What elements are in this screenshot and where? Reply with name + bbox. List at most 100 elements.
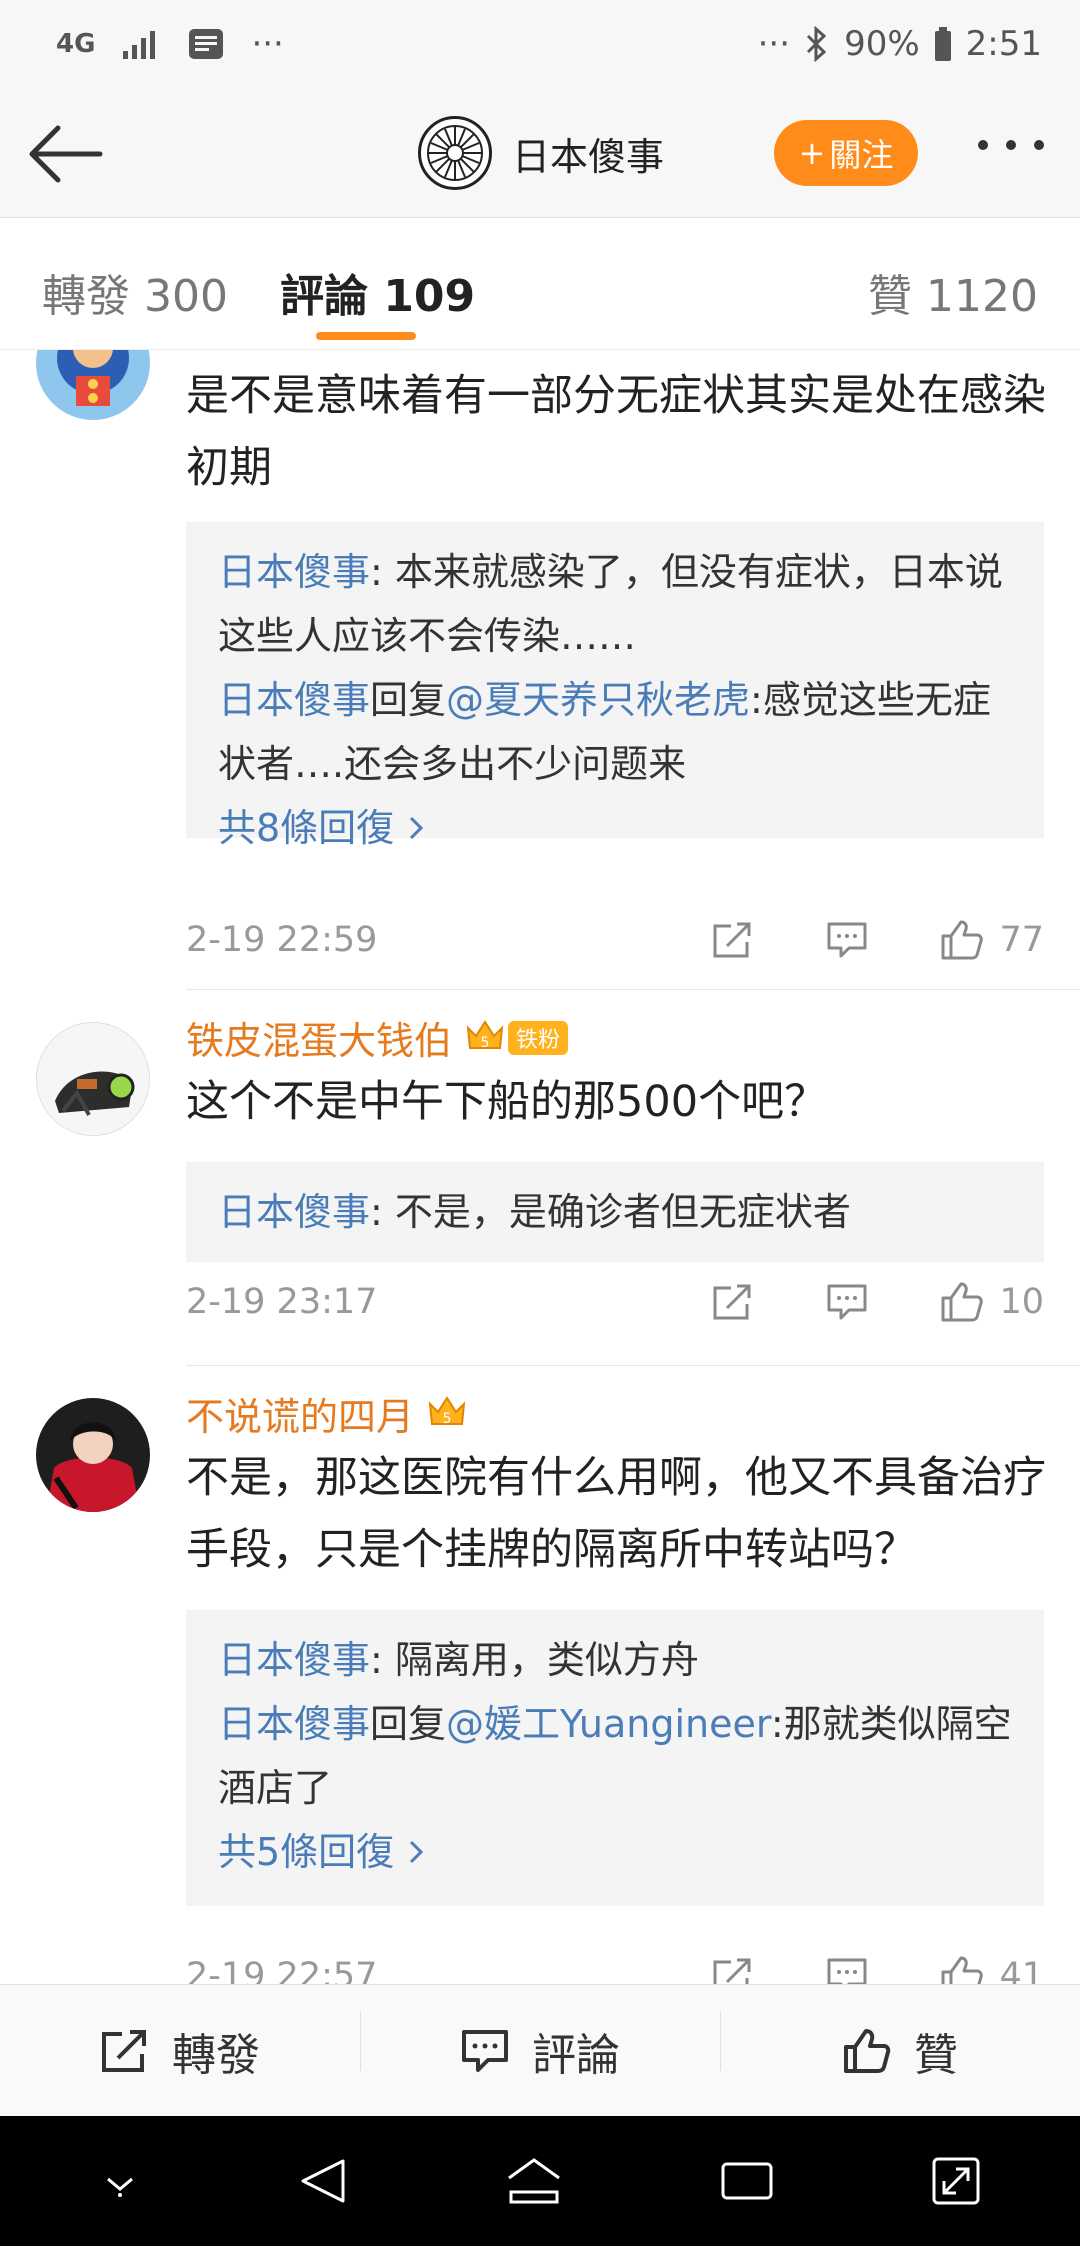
commenter-name[interactable]: 不说谎的四月 5 xyxy=(186,1386,468,1441)
reply-icon[interactable] xyxy=(825,1956,869,1984)
commenter-avatar[interactable] xyxy=(36,350,150,420)
tab-likes[interactable]: 贊 1120 xyxy=(868,260,1038,324)
tab-bar: 轉發 300 評論 109 贊 1120 xyxy=(0,218,1080,350)
like-post-button[interactable]: 贊 xyxy=(720,2010,1080,2083)
signal-icon xyxy=(121,29,161,59)
reply-author[interactable]: 日本傻事 xyxy=(218,550,370,594)
tab-forward[interactable]: 轉發 300 xyxy=(42,260,228,324)
thumbs-up-icon xyxy=(844,2028,891,2073)
crown-badge-icon: 5 xyxy=(426,1394,468,1434)
reply-icon[interactable] xyxy=(825,1282,869,1322)
share-icon[interactable] xyxy=(711,920,755,960)
hide-keyboard-icon[interactable] xyxy=(98,2161,142,2201)
like-button[interactable]: 41 xyxy=(939,1954,1044,1984)
back-triangle-icon[interactable] xyxy=(297,2155,349,2207)
follow-label: 關注 xyxy=(829,136,894,174)
commenter-avatar[interactable] xyxy=(36,1022,150,1136)
fullscreen-icon[interactable] xyxy=(930,2155,982,2207)
more-replies-link[interactable]: 共8條回復 xyxy=(218,796,1012,860)
battery-percent: 90% xyxy=(844,24,920,64)
share-icon xyxy=(102,2029,146,2072)
more-dot-icon xyxy=(978,140,988,150)
share-icon[interactable] xyxy=(711,1956,755,1984)
recent-apps-icon[interactable] xyxy=(719,2158,775,2204)
message-notification-icon xyxy=(187,27,225,61)
reply-author[interactable]: 日本傻事 xyxy=(218,1638,370,1682)
replies-box[interactable]: 日本傻事: 本来就感染了，但没有症状，日本说这些人应该不会传染…… 日本傻事回复… xyxy=(186,522,1044,850)
more-notifications-indicator: ··· xyxy=(251,24,284,64)
comment-button[interactable]: 評論 xyxy=(360,2010,720,2083)
reply-author[interactable]: 日本傻事 xyxy=(218,1702,370,1746)
comment-icon xyxy=(462,2029,508,2072)
battery-icon xyxy=(934,27,952,61)
comment-list[interactable]: 是不是意味着有一部分无症状其实是处在感染初期 日本傻事: 本来就感染了，但没有症… xyxy=(0,350,1080,1984)
follow-button[interactable]: + 關注 xyxy=(774,120,918,186)
share-icon[interactable] xyxy=(711,1282,755,1322)
network-indicator: 4G xyxy=(56,29,96,59)
reply-mention[interactable]: @夏天养只秋老虎 xyxy=(446,678,750,722)
comment-footer: 2-19 22:57 41 xyxy=(186,1946,1044,1984)
thumbs-up-icon xyxy=(941,1282,984,1322)
reply-item: 日本傻事: 不是，是确诊者但无症状者 xyxy=(218,1190,851,1234)
reply-icon[interactable] xyxy=(825,920,869,960)
comment-footer: 2-19 23:17 10 xyxy=(186,1272,1044,1332)
back-arrow-icon xyxy=(29,125,103,183)
more-dot-icon xyxy=(1034,140,1044,150)
like-count: 10 xyxy=(999,1282,1044,1322)
more-replies-link[interactable]: 共5條回復 xyxy=(218,1820,1012,1884)
account-header[interactable]: 日本傻事 xyxy=(418,116,664,190)
nav-bar: 日本傻事 + 關注 xyxy=(0,88,1080,218)
plus-icon: + xyxy=(798,134,826,172)
comment-text: 这个不是中午下船的那500个吧？ xyxy=(186,1077,828,1127)
reply-text: 隔离用，类似方舟 xyxy=(394,1638,699,1682)
more-options-button[interactable] xyxy=(978,140,1044,150)
comment-label: 評論 xyxy=(532,2029,620,2081)
forward-label: 轉發 xyxy=(172,2029,260,2081)
forward-button[interactable]: 轉發 xyxy=(0,2019,360,2083)
comment-time: 2-19 23:17 xyxy=(186,1282,378,1322)
home-icon[interactable] xyxy=(505,2156,563,2206)
more-dot-icon xyxy=(1006,140,1016,150)
comment-text: 是不是意味着有一部分无症状其实是处在感染初期 xyxy=(186,371,1046,493)
like-button[interactable]: 77 xyxy=(939,918,1044,962)
reply-item: 日本傻事: 本来就感染了，但没有症状，日本说这些人应该不会传染…… xyxy=(218,550,1003,658)
like-button[interactable]: 10 xyxy=(939,1280,1044,1324)
back-button[interactable] xyxy=(28,122,104,186)
reply-mention[interactable]: @媛工Yuangineer xyxy=(446,1702,771,1746)
replies-box[interactable]: 日本傻事: 不是，是确诊者但无症状者 xyxy=(186,1162,1044,1262)
reply-item: 日本傻事回复@夏天养只秋老虎:感觉这些无症状者….还会多出不少问题来 xyxy=(218,678,991,786)
svg-text:5: 5 xyxy=(481,1035,490,1051)
like-label: 贊 xyxy=(914,2029,958,2081)
commenter-avatar[interactable] xyxy=(36,1398,150,1512)
comment-item: 是不是意味着有一部分无症状其实是处在感染初期 日本傻事: 本来就感染了，但没有症… xyxy=(0,350,1080,990)
more-status-indicator: ··· xyxy=(757,24,791,64)
comment-time: 2-19 22:59 xyxy=(186,920,378,960)
crown-badge-icon: 5 xyxy=(464,1018,506,1058)
like-count: 41 xyxy=(999,1956,1044,1984)
comment-footer: 2-19 22:59 77 xyxy=(186,910,1044,970)
replies-box[interactable]: 日本傻事: 隔离用，类似方舟 日本傻事回复@媛工Yuangineer:那就类似隔… xyxy=(186,1610,1044,1906)
active-tab-indicator xyxy=(316,332,416,340)
svg-text:5: 5 xyxy=(443,1411,452,1427)
reply-author[interactable]: 日本傻事 xyxy=(218,1190,370,1234)
tab-comments[interactable]: 評論 109 xyxy=(280,260,475,324)
comment-time: 2-19 22:57 xyxy=(186,1956,378,1984)
reply-item: 日本傻事: 隔离用，类似方舟 xyxy=(218,1638,699,1682)
thumbs-up-icon xyxy=(941,1956,984,1984)
iron-fan-badge: 铁粉 xyxy=(508,1020,569,1055)
account-name: 日本傻事 xyxy=(512,134,665,179)
comment-item: 铁皮混蛋大钱伯 5 铁粉 这个不是中午下船的那500个吧？ 日本傻事: 不是，是… xyxy=(0,990,1080,1366)
reply-item: 日本傻事回复@媛工Yuangineer:那就类似隔空酒店了 xyxy=(218,1702,1012,1810)
account-avatar xyxy=(418,116,492,190)
chevron-right-icon xyxy=(410,816,424,840)
chevron-right-icon xyxy=(410,1840,424,1864)
reply-text: 不是，是确诊者但无症状者 xyxy=(394,1190,851,1234)
reply-author[interactable]: 日本傻事 xyxy=(218,678,370,722)
clock: 2:51 xyxy=(965,24,1042,64)
status-bar: 4G ··· ··· 90% 2:51 xyxy=(0,0,1080,88)
comment-item: 不说谎的四月 5 不是，那这医院有什么用啊，他又不具备治疗手段，只是个挂牌的隔离… xyxy=(0,1366,1080,1984)
like-count: 77 xyxy=(999,920,1044,960)
chrysanthemum-logo-icon xyxy=(427,125,483,181)
thumbs-up-icon xyxy=(941,920,984,960)
commenter-name[interactable]: 铁皮混蛋大钱伯 5 铁粉 xyxy=(186,1010,569,1065)
